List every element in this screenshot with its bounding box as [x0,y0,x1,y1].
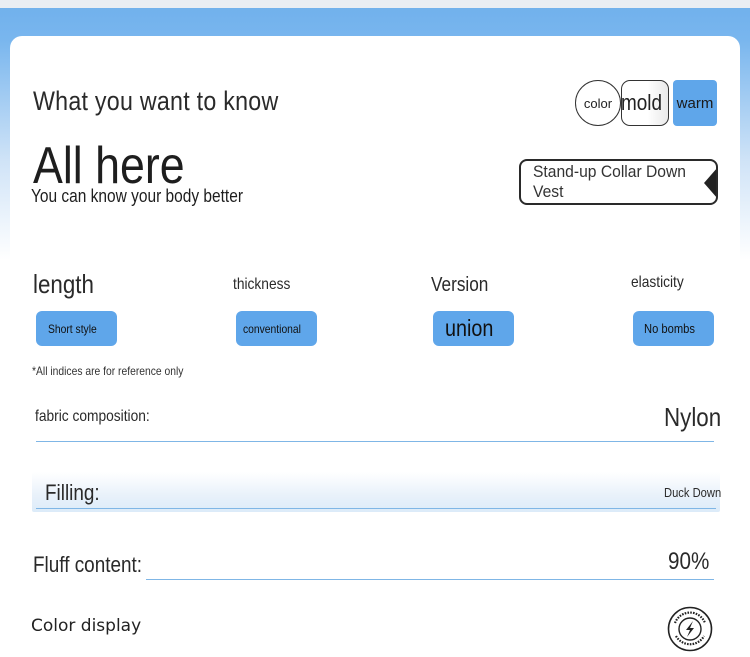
version-value-pill: union [433,311,514,346]
fluff-label: Fluff content: [33,552,143,577]
product-name: Stand-up Collar Down Vest [533,162,687,201]
elasticity-label: elasticity [631,274,684,291]
filling-label: Filling: [45,480,100,505]
top-strip [0,0,750,8]
mold-tag: mold [621,80,669,126]
length-value: Short style [48,321,97,336]
fabric-label: fabric composition: [35,408,150,425]
color-tag: color [575,80,621,126]
filling-value: Duck Down [664,485,722,500]
elasticity-value-pill: No bombs [633,311,714,346]
color-display-heading: Color display [31,616,142,636]
mold-tag-label: mold [621,90,663,115]
color-tag-label: color [583,95,613,111]
thickness-label: thickness [233,276,291,293]
length-label: length [33,269,94,299]
reference-note: *All indices are for reference only [32,364,184,378]
thickness-value: conventional [242,321,301,336]
fluff-value: 90% [668,548,710,575]
product-name-box: Stand-up Collar Down Vest [519,159,718,205]
warm-tag-label: warm [676,94,714,112]
filling-divider [36,508,716,509]
title-small: What you want to know [33,86,279,116]
length-value-pill: Short style [36,311,117,346]
elasticity-value: No bombs [643,321,695,336]
thickness-value-pill: conventional [236,311,317,346]
warm-tag: warm [673,80,717,126]
version-value: union [445,315,494,341]
subtitle: You can know your body better [31,186,243,206]
filling-band [32,472,720,512]
fabric-value: Nylon [664,402,722,432]
fabric-divider [36,441,714,442]
version-label: Version [431,274,489,296]
fluff-divider [146,579,714,580]
brand-seal-icon [667,606,713,652]
